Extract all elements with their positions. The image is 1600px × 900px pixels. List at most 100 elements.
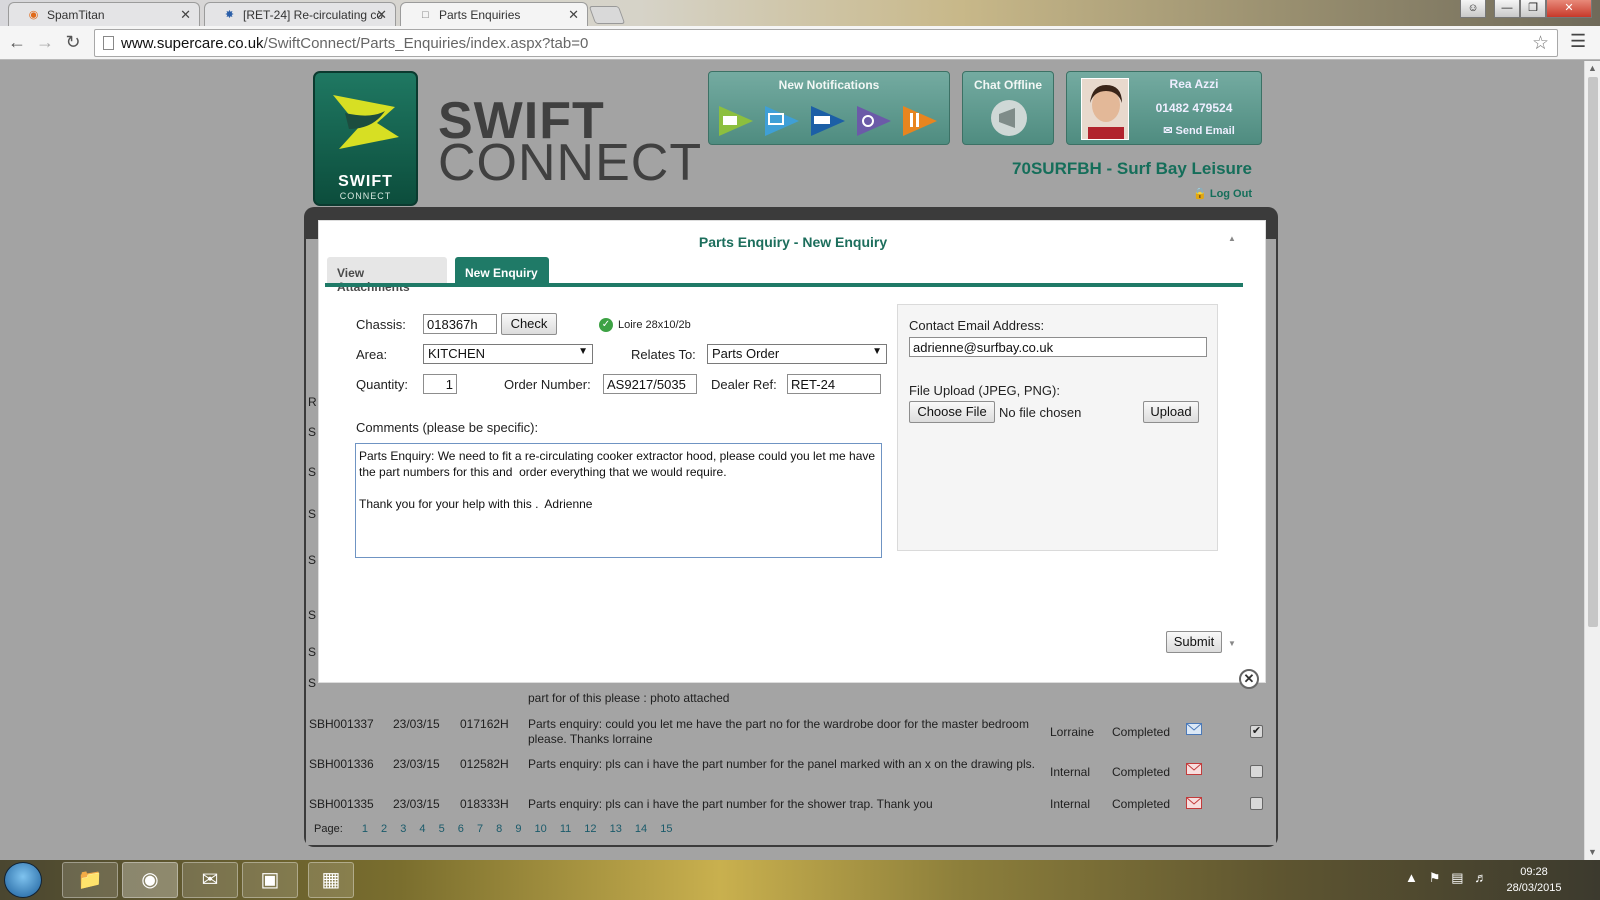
close-tab-icon[interactable]: ✕ xyxy=(376,7,387,23)
tools-notification-icon[interactable] xyxy=(899,102,941,140)
close-tab-icon[interactable]: ✕ xyxy=(180,7,191,23)
quantity-input[interactable] xyxy=(423,374,457,394)
relates-to-selected: Parts Order xyxy=(712,346,780,361)
modal-title: Parts Enquiry - New Enquiry xyxy=(698,234,888,250)
page-link[interactable]: 7 xyxy=(477,823,483,835)
order-number-label: Order Number: xyxy=(504,377,591,392)
tab-new-enquiry[interactable]: New Enquiry xyxy=(455,257,549,285)
submit-button[interactable]: Submit xyxy=(1166,631,1222,653)
order-number-input[interactable] xyxy=(603,374,697,394)
page-link[interactable]: 8 xyxy=(496,823,502,835)
row-checkbox[interactable] xyxy=(1250,797,1263,810)
check-button[interactable]: Check xyxy=(501,313,557,335)
swift-logo: SWIFT CONNECT xyxy=(313,71,418,206)
modal-close-icon[interactable]: ✕ xyxy=(1239,669,1259,689)
mail-read-icon[interactable] xyxy=(1186,723,1202,735)
page-link[interactable]: 15 xyxy=(660,823,672,835)
page-link[interactable]: 6 xyxy=(458,823,464,835)
page-link[interactable]: 14 xyxy=(635,823,647,835)
swift-bird-icon xyxy=(333,95,399,149)
logout-link[interactable]: 🔒 Log Out xyxy=(1166,187,1252,200)
page-link[interactable]: 2 xyxy=(381,823,387,835)
bookmark-star-icon[interactable]: ☆ xyxy=(1532,32,1549,55)
page-link[interactable]: 12 xyxy=(584,823,596,835)
address-bar[interactable]: www.supercare.co.uk/SwiftConnect/Parts_E… xyxy=(94,29,1558,57)
page-link[interactable]: 1 xyxy=(362,823,368,835)
scroll-up-icon[interactable]: ▲ xyxy=(1588,63,1597,73)
flag-icon[interactable]: ⚑ xyxy=(1429,870,1441,885)
page-link[interactable]: 3 xyxy=(400,823,406,835)
scroll-up-icon[interactable]: ▲ xyxy=(1228,234,1236,243)
dealer-ref-input[interactable] xyxy=(787,374,881,394)
chat-panel[interactable]: Chat Offline xyxy=(962,71,1054,145)
new-tab-button[interactable] xyxy=(588,6,626,24)
page-scrollbar[interactable]: ▲ ▼ xyxy=(1584,61,1600,860)
clock[interactable]: 09:28 28/03/2015 xyxy=(1500,864,1568,896)
minimize-icon[interactable]: — xyxy=(1494,0,1520,18)
choose-file-button[interactable]: Choose File xyxy=(909,401,995,423)
logout-label: Log Out xyxy=(1209,188,1252,200)
close-tab-icon[interactable]: ✕ xyxy=(568,7,579,23)
page-link[interactable]: 10 xyxy=(535,823,547,835)
spamtitan-icon: ◉ xyxy=(28,9,39,21)
settings-notification-icon[interactable] xyxy=(853,102,895,140)
volume-icon[interactable]: ♬ xyxy=(1474,870,1487,885)
photos-icon[interactable]: ▣ xyxy=(242,862,298,898)
chassis-label: Chassis: xyxy=(356,317,406,332)
page-link[interactable]: 11 xyxy=(560,823,571,835)
pagination: Page: 1 2 3 4 5 6 7 8 9 10 11 12 13 14 1… xyxy=(314,823,682,835)
check-ok-icon: ✓ xyxy=(599,318,613,332)
computer-notification-icon[interactable] xyxy=(761,102,803,140)
upload-button[interactable]: Upload xyxy=(1143,401,1199,423)
network-icon[interactable]: ▤ xyxy=(1451,870,1463,885)
row-checkbox[interactable] xyxy=(1250,765,1263,778)
relates-to-select[interactable]: Parts Order ▼ xyxy=(707,344,887,364)
comments-label: Comments (please be specific): xyxy=(356,420,539,435)
maximize-icon[interactable]: ❐ xyxy=(1520,0,1546,18)
delivery-notification-icon[interactable] xyxy=(807,102,849,140)
send-email-label: Send Email xyxy=(1175,125,1235,137)
chassis-input[interactable] xyxy=(423,314,497,334)
tab-view-attachments[interactable]: View Attachments xyxy=(327,257,447,294)
browser-tab-spamtitan[interactable]: ◉ SpamTitan ✕ xyxy=(8,2,200,26)
row-status: Completed xyxy=(1112,765,1171,779)
row-ref: SBH001337 xyxy=(309,717,374,731)
sage-icon[interactable]: ▦ xyxy=(308,862,354,898)
start-button[interactable] xyxy=(4,862,42,898)
user-profile-icon[interactable]: ☺ xyxy=(1460,0,1486,18)
reload-icon[interactable]: ↻ xyxy=(62,31,84,53)
window-close-icon[interactable]: ✕ xyxy=(1546,0,1592,18)
chrome-menu-icon[interactable]: ☰ xyxy=(1570,31,1586,52)
send-email-link[interactable]: ✉ Send Email xyxy=(1139,124,1259,137)
caravan-notification-icon[interactable] xyxy=(715,102,757,140)
page-link[interactable]: 4 xyxy=(419,823,425,835)
scrollbar-thumb[interactable] xyxy=(1588,77,1598,627)
comments-textarea[interactable]: Parts Enquiry: We need to fit a re-circu… xyxy=(355,443,882,558)
area-select[interactable]: KITCHEN ▼ xyxy=(423,344,593,364)
scroll-down-icon[interactable]: ▼ xyxy=(1228,639,1236,648)
chrome-icon[interactable]: ◉ xyxy=(122,862,178,898)
row-user: Internal xyxy=(1050,765,1091,779)
forward-icon[interactable]: → xyxy=(34,31,56,53)
page-link[interactable]: 5 xyxy=(439,823,445,835)
tray-expand-icon[interactable]: ▲ xyxy=(1405,870,1418,885)
browser-toolbar: ← → ↻ www.supercare.co.uk/SwiftConnect/P… xyxy=(0,26,1600,60)
modal-scrollbar[interactable]: ▲ ▼ xyxy=(1226,224,1238,654)
page-link[interactable]: 9 xyxy=(515,823,521,835)
mail-error-icon[interactable] xyxy=(1186,797,1202,809)
browser-tab-parts-enquiries[interactable]: □ Parts Enquiries ✕ xyxy=(400,2,588,27)
back-icon[interactable]: ← xyxy=(6,31,28,53)
contact-email-input[interactable] xyxy=(909,337,1207,357)
mail-error-icon[interactable] xyxy=(1186,763,1202,775)
envelope-icon: ✉ xyxy=(1163,125,1173,137)
list-edge-text: S xyxy=(308,676,317,690)
outlook-icon[interactable]: ✉ xyxy=(182,862,238,898)
scroll-down-icon[interactable]: ▼ xyxy=(1588,847,1597,857)
chat-status: Chat Offline xyxy=(974,78,1042,92)
file-upload-label: File Upload (JPEG, PNG): xyxy=(909,383,1060,398)
clock-date: 28/03/2015 xyxy=(1506,882,1562,894)
explorer-icon[interactable]: 📁 xyxy=(62,862,118,898)
page-link[interactable]: 13 xyxy=(610,823,622,835)
browser-tab-jira[interactable]: ✸ [RET-24] Re-circulating co ✕ xyxy=(204,2,396,26)
row-checkbox[interactable]: ✔ xyxy=(1250,725,1263,738)
